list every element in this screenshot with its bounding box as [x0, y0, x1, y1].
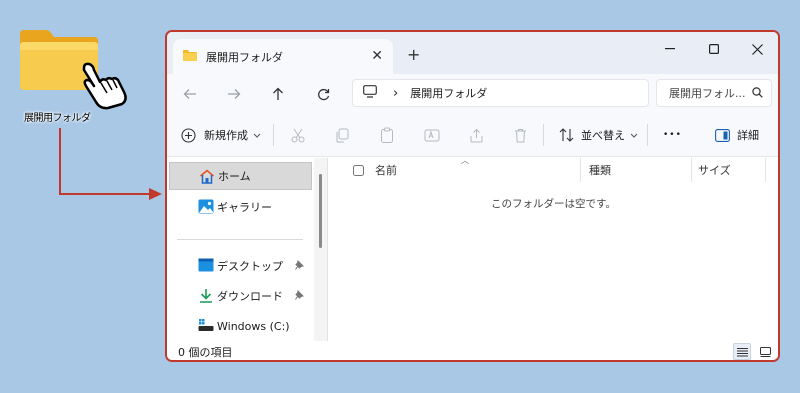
up-arrow-icon[interactable]: [267, 83, 289, 105]
more-options-button[interactable]: •••: [663, 125, 682, 145]
new-button[interactable]: 新規作成: [181, 125, 261, 145]
column-divider[interactable]: [691, 158, 692, 182]
address-bar: › 展開用フォルダ 展開用フォル...: [167, 74, 778, 114]
home-icon: [199, 169, 215, 187]
cut-button[interactable]: [291, 125, 305, 145]
forward-arrow-icon[interactable]: [223, 83, 245, 105]
clipboard-icon: [381, 127, 393, 143]
item-count: 0 個の項目: [178, 345, 233, 359]
chevron-down-icon: [630, 133, 638, 138]
sidebar-item-downloads[interactable]: ダウンロード: [169, 282, 312, 310]
navigation-pane: ホーム ギャラリー デスクトップ ダウンロード Windows (C:): [167, 158, 312, 341]
explorer-window: 展開用フォルダ ✕ + › 展開用フォルダ 展開用フォル... 新規作成 並べ替…: [165, 30, 780, 362]
paste-button[interactable]: [380, 125, 394, 145]
details-view-button[interactable]: [733, 343, 751, 360]
sidebar-item-label: デスクトップ: [217, 260, 283, 273]
search-input[interactable]: 展開用フォル...: [656, 79, 772, 107]
sidebar-item-desktop[interactable]: デスクトップ: [169, 252, 312, 280]
sort-indicator-icon: ︿: [461, 156, 469, 165]
sidebar-item-label: ギャラリー: [217, 201, 272, 214]
copy-button[interactable]: [335, 125, 349, 145]
gallery-icon: [198, 199, 214, 217]
chevron-down-icon: [253, 133, 261, 138]
empty-folder-message: このフォルダーは空です。: [491, 198, 616, 210]
trash-icon: [515, 128, 526, 142]
connector-arrow-icon: [59, 128, 162, 200]
drive-icon: [198, 318, 214, 335]
details-button-label: 詳細: [737, 129, 759, 142]
sort-icon: [559, 128, 574, 142]
scissors-icon: [291, 128, 305, 142]
sidebar-scrollbar[interactable]: [314, 158, 328, 341]
scrollbar-thumb[interactable]: [319, 174, 322, 248]
desktop-icon: [198, 258, 214, 275]
sidebar-item-label: ダウンロード: [217, 290, 283, 303]
toolbar-divider: [273, 124, 274, 146]
column-divider[interactable]: [580, 158, 581, 182]
select-all-checkbox[interactable]: [353, 158, 364, 182]
toolbar-divider: [647, 124, 648, 146]
details-button[interactable]: 詳細: [715, 125, 759, 145]
column-divider[interactable]: [765, 158, 766, 182]
sidebar-item-label: Windows (C:): [217, 319, 290, 333]
sidebar-item-gallery[interactable]: ギャラリー: [169, 193, 312, 221]
new-button-label: 新規作成: [204, 129, 248, 142]
share-button[interactable]: [469, 125, 484, 145]
tab-close-button[interactable]: ✕: [371, 48, 383, 64]
address-input[interactable]: › 展開用フォルダ: [352, 79, 649, 107]
address-path: 展開用フォルダ: [410, 87, 488, 100]
search-icon: [752, 87, 763, 101]
tab-active[interactable]: 展開用フォルダ ✕: [173, 39, 393, 74]
tiles-view-icon: [759, 346, 771, 357]
column-name[interactable]: 名前: [375, 158, 397, 182]
title-bar: 展開用フォルダ ✕ +: [167, 32, 778, 74]
toolbar-divider: [543, 124, 544, 146]
sidebar-item-home[interactable]: ホーム: [169, 162, 312, 190]
file-list: 名前 ︿ 種類 サイズ このフォルダーは空です。: [329, 156, 778, 341]
pin-icon[interactable]: [295, 260, 304, 273]
sidebar-item-label: ホーム: [218, 170, 251, 183]
tiles-view-button[interactable]: [756, 343, 774, 360]
folder-icon: [183, 49, 197, 64]
download-icon: [198, 288, 214, 306]
sidebar-divider: [177, 239, 303, 240]
refresh-icon[interactable]: [312, 83, 334, 105]
details-pane-icon: [715, 128, 730, 142]
maximize-button[interactable]: [699, 38, 729, 60]
rename-icon: [424, 129, 440, 141]
list-view-icon: [736, 347, 748, 356]
copy-icon: [336, 128, 349, 142]
close-button[interactable]: [742, 38, 772, 60]
sort-button[interactable]: 並べ替え: [559, 125, 638, 145]
column-size[interactable]: サイズ: [698, 158, 731, 182]
delete-button[interactable]: [514, 125, 527, 145]
minimize-button[interactable]: [655, 38, 685, 60]
new-tab-button[interactable]: +: [407, 45, 420, 64]
monitor-icon: [363, 85, 377, 101]
column-type[interactable]: 種類: [589, 158, 611, 182]
status-bar: 0 個の項目: [167, 341, 778, 360]
tab-title: 展開用フォルダ: [206, 50, 283, 64]
search-placeholder: 展開用フォル...: [669, 87, 746, 100]
add-circle-icon: [181, 127, 196, 143]
sidebar-item-windows-c[interactable]: Windows (C:): [169, 312, 312, 340]
back-arrow-icon[interactable]: [179, 83, 201, 105]
breadcrumb-chevron-icon: ›: [393, 85, 399, 101]
sort-button-label: 並べ替え: [581, 129, 625, 142]
pin-icon[interactable]: [295, 290, 304, 303]
main-content: ホーム ギャラリー デスクトップ ダウンロード Windows (C:) 名前 …: [167, 156, 778, 341]
command-bar: 新規作成 並べ替え ••• 詳細: [167, 114, 778, 157]
share-icon: [470, 128, 483, 142]
rename-button[interactable]: [424, 125, 440, 145]
